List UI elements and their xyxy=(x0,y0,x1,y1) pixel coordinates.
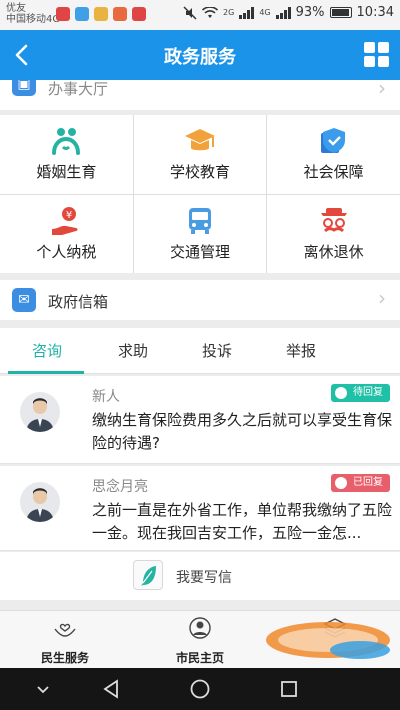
office-hall-label: 办事大厅 xyxy=(48,80,109,98)
signal-icon xyxy=(239,6,255,19)
status-bar: 优友 中国移动4G 2G 4G 93% 10:34 xyxy=(0,0,400,30)
app-notification-icon xyxy=(75,7,89,21)
status-indicators: 2G 4G 93% 10:34 xyxy=(183,5,394,20)
clock: 10:34 xyxy=(356,5,394,20)
grid-cell xyxy=(378,56,389,67)
message-text: 之前一直是在外省工作，单位帮我缴纳了五险一金。现在我回吉安工作，五险一金怎... xyxy=(92,501,393,542)
back-triangle-icon[interactable] xyxy=(100,678,122,700)
user-avatar-icon xyxy=(26,488,54,522)
app-notification-icon xyxy=(132,7,146,21)
app-notification-icon xyxy=(94,7,108,21)
service-education[interactable]: 学校教育 xyxy=(133,115,267,194)
service-social-security[interactable]: 社会保障 xyxy=(267,115,400,194)
service-label: 婚姻生育 xyxy=(36,163,97,181)
tab-consult[interactable]: 咨询 xyxy=(32,340,62,361)
office-hall-row[interactable]: ▣ 办事大厅 › xyxy=(0,80,400,110)
network-2g-label: 2G xyxy=(223,8,235,17)
mailbox-label: 政府信箱 xyxy=(48,293,109,311)
chevron-right-icon: › xyxy=(378,80,386,100)
write-letter-label: 我要写信 xyxy=(176,570,232,586)
wifi-icon xyxy=(202,6,219,18)
system-nav-bar xyxy=(0,668,400,710)
chevron-right-icon: › xyxy=(378,286,386,310)
carrier-info: 优友 中国移动4G xyxy=(6,3,60,25)
carrier-network: 中国移动4G xyxy=(6,14,61,25)
message-sender: 思念月亮 xyxy=(92,479,148,495)
marriage-icon xyxy=(52,128,81,155)
write-icon xyxy=(133,560,163,590)
message-sender: 新人 xyxy=(92,389,120,405)
envelope-icon: ✉ xyxy=(12,288,36,312)
avatar xyxy=(20,392,60,432)
service-grid: 婚姻生育 学校教育 社会保障 ¥ 个人纳税 交通管理 离休退休 xyxy=(0,115,400,273)
grid-cell xyxy=(378,42,389,53)
signal-icon xyxy=(275,6,291,19)
service-label: 离休退休 xyxy=(303,242,364,261)
message-item[interactable]: 思念月亮 已回复 之前一直是在外省工作，单位帮我缴纳了五险一金。现在我回吉安工作… xyxy=(0,466,400,551)
message-item[interactable]: 新人 待回复 缴纳生育保险费用多久之后就可以享受生育保险的待遇? xyxy=(0,376,400,464)
mute-icon xyxy=(183,5,197,20)
service-retirement[interactable]: 离休退休 xyxy=(267,194,400,273)
tab-report[interactable]: 举报 xyxy=(286,340,316,361)
service-personal-tax[interactable]: ¥ 个人纳税 xyxy=(0,194,133,273)
service-traffic[interactable]: 交通管理 xyxy=(133,194,267,273)
network-4g-label: 4G xyxy=(259,8,271,17)
retirement-icon xyxy=(320,207,347,232)
notification-icons xyxy=(56,7,146,21)
app-notification-icon xyxy=(113,7,127,21)
office-hall-icon: ▣ xyxy=(12,80,36,96)
tab-complaint[interactable]: 投诉 xyxy=(202,340,232,361)
message-text: 缴纳生育保险费用多久之后就可以享受生育保险的待遇? xyxy=(92,411,393,452)
svg-text:¥: ¥ xyxy=(66,210,72,221)
user-avatar-icon xyxy=(26,398,54,432)
tax-icon: ¥ xyxy=(52,206,78,235)
home-circle-icon[interactable] xyxy=(189,678,211,700)
service-label: 交通管理 xyxy=(169,242,230,261)
feather-icon xyxy=(141,566,156,586)
write-letter-button[interactable]: 我要写信 xyxy=(0,552,400,600)
nav-citizen-home[interactable]: 市民主页 xyxy=(145,617,255,666)
recents-square-icon[interactable] xyxy=(278,678,300,700)
grid-cell xyxy=(364,56,375,67)
status-badge: 已回复 xyxy=(331,474,390,492)
nav-label: 市民主页 xyxy=(175,651,224,665)
service-label: 个人纳税 xyxy=(36,242,97,261)
grid-menu-button[interactable] xyxy=(364,42,390,68)
service-label: 社会保障 xyxy=(303,163,364,181)
watermark-logo xyxy=(266,622,390,659)
social-security-icon xyxy=(320,128,345,153)
nav-label: 民生服务 xyxy=(40,651,89,665)
chevron-down-icon[interactable] xyxy=(32,678,54,700)
avatar xyxy=(20,482,60,522)
message-tabs: 咨询 求助 投诉 举报 xyxy=(0,328,400,374)
title-bar: 政务服务 xyxy=(0,30,400,80)
tab-help[interactable]: 求助 xyxy=(118,340,148,361)
nav-livelihood-services[interactable]: 民生服务 xyxy=(10,617,120,666)
bus-icon xyxy=(188,207,211,234)
grid-cell xyxy=(364,42,375,53)
person-icon xyxy=(189,617,211,639)
app-notification-icon xyxy=(56,7,70,21)
battery-percent: 93% xyxy=(295,5,325,20)
active-tab-indicator xyxy=(8,371,84,374)
status-badge: 待回复 xyxy=(331,384,390,402)
battery-icon xyxy=(329,7,352,18)
hands-heart-icon xyxy=(54,623,76,637)
carrier-name: 优友 xyxy=(6,3,26,14)
service-marriage[interactable]: 婚姻生育 xyxy=(0,115,133,194)
graduation-cap-icon xyxy=(184,129,215,151)
page-title: 政务服务 xyxy=(164,47,236,68)
government-mailbox-row[interactable]: ✉ 政府信箱 › xyxy=(0,280,400,320)
service-label: 学校教育 xyxy=(169,163,230,181)
